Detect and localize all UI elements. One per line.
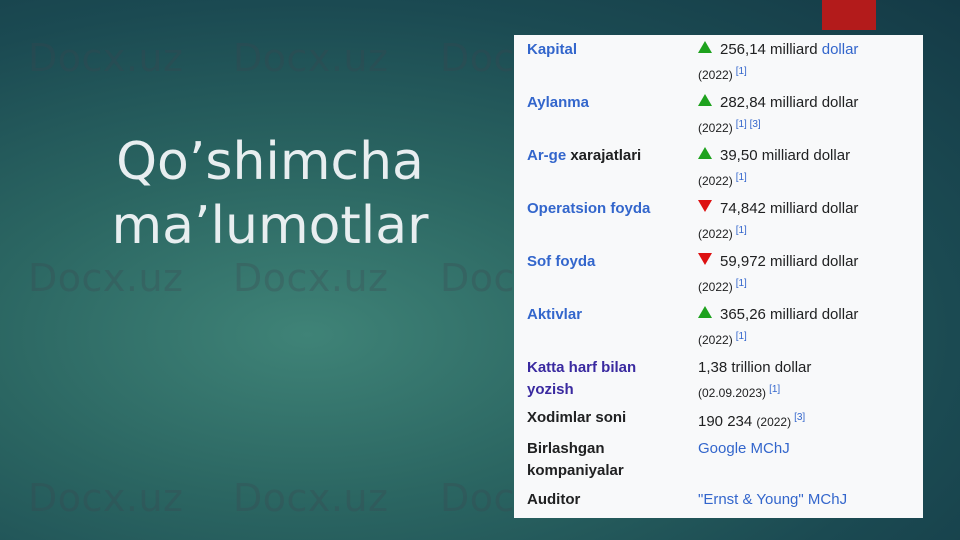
row-value: "Ernst & Young" MChJ: [698, 489, 920, 511]
row-value: 59,972 milliard dollar (2022) [1]: [698, 251, 920, 296]
down-arrow-icon: [698, 253, 712, 265]
value-sub: (02.09.2023) [1]: [698, 384, 781, 400]
row-value: 256,14 milliard dollar (2022) [1]: [698, 39, 920, 84]
label-link[interactable]: Aktivlar: [527, 304, 702, 326]
value-main: 59,972 milliard dollar: [698, 251, 920, 273]
infobox-table: Kapital 256,14 milliard dollar (2022) [1]…: [514, 35, 923, 518]
row-label: Xodimlar soni: [527, 409, 627, 426]
reference-link[interactable]: [1]: [736, 278, 747, 289]
watermark-text: Docx.uz: [28, 36, 184, 80]
value-main: 256,14 milliard dollar: [698, 39, 920, 61]
value-main: 74,842 milliard dollar: [698, 198, 920, 220]
watermark-text: Docx.uz: [28, 256, 184, 300]
slide-title-line: ma’lumotlar: [111, 196, 429, 256]
label-link[interactable]: Sof foyda: [527, 251, 702, 273]
label-link[interactable]: Katta harf bilan yozish: [527, 357, 702, 401]
row-value: 190 234 (2022) [3]: [698, 407, 920, 433]
value-main: 1,38 trillion dollar: [698, 359, 812, 376]
value-link[interactable]: "Ernst & Young" MChJ: [698, 489, 920, 511]
reference-link[interactable]: [1]: [736, 225, 747, 236]
row-value: Google MChJ: [698, 438, 920, 460]
label-link[interactable]: Aylanma: [527, 92, 702, 114]
reference-link[interactable]: [1]: [736, 66, 747, 77]
row-label: Ar-ge xarajatlari: [527, 147, 642, 164]
reference-link[interactable]: [1] [3]: [736, 119, 761, 130]
watermark-text: Docx.uz: [28, 476, 184, 520]
reference-link[interactable]: [1]: [736, 172, 747, 183]
value-inline-sub: (2022): [756, 415, 792, 429]
reference-link[interactable]: [1]: [769, 384, 780, 395]
value-main: 365,26 milliard dollar: [698, 304, 920, 326]
value-sub: (2022) [1]: [698, 331, 747, 347]
value-main: 282,84 milliard dollar: [698, 92, 920, 114]
slide-title: Qo’shimcha ma’lumotlar: [60, 130, 480, 258]
watermark-text: Docx.uz: [233, 36, 389, 80]
value-sub: (2022) [1]: [698, 172, 747, 188]
slide-title-line: Qo’shimcha: [116, 132, 424, 192]
watermark-text: Docx.uz: [233, 256, 389, 300]
row-value: 1,38 trillion dollar (02.09.2023) [1]: [698, 357, 920, 402]
reference-link[interactable]: [1]: [736, 331, 747, 342]
row-value: 282,84 milliard dollar (2022) [1] [3]: [698, 92, 920, 137]
label-link[interactable]: Operatsion foyda: [527, 198, 702, 220]
value-link[interactable]: dollar: [822, 41, 859, 58]
label-link[interactable]: Ar-ge: [527, 147, 566, 164]
up-arrow-icon: [698, 147, 712, 159]
value-sub: (2022) [1]: [698, 66, 747, 82]
value-sub: (2022) [1] [3]: [698, 119, 761, 135]
value-sub: (2022) [1]: [698, 225, 747, 241]
up-arrow-icon: [698, 306, 712, 318]
row-label: Auditor: [527, 491, 581, 508]
row-value: 39,50 milliard dollar (2022) [1]: [698, 145, 920, 190]
down-arrow-icon: [698, 200, 712, 212]
value-sub: (2022) [1]: [698, 278, 747, 294]
label-link[interactable]: Kapital: [527, 39, 702, 61]
value-link[interactable]: Google MChJ: [698, 438, 920, 460]
reference-link[interactable]: [3]: [794, 412, 805, 423]
value-main: 39,50 milliard dollar: [698, 145, 920, 167]
accent-bar: [822, 0, 876, 30]
row-value: 74,842 milliard dollar (2022) [1]: [698, 198, 920, 243]
watermark-text: Docx.uz: [233, 476, 389, 520]
up-arrow-icon: [698, 94, 712, 106]
row-label: Birlashgan kompaniyalar: [527, 440, 624, 479]
up-arrow-icon: [698, 41, 712, 53]
row-value: 365,26 milliard dollar (2022) [1]: [698, 304, 920, 349]
value-main: 190 234 (2022) [3]: [698, 412, 806, 430]
